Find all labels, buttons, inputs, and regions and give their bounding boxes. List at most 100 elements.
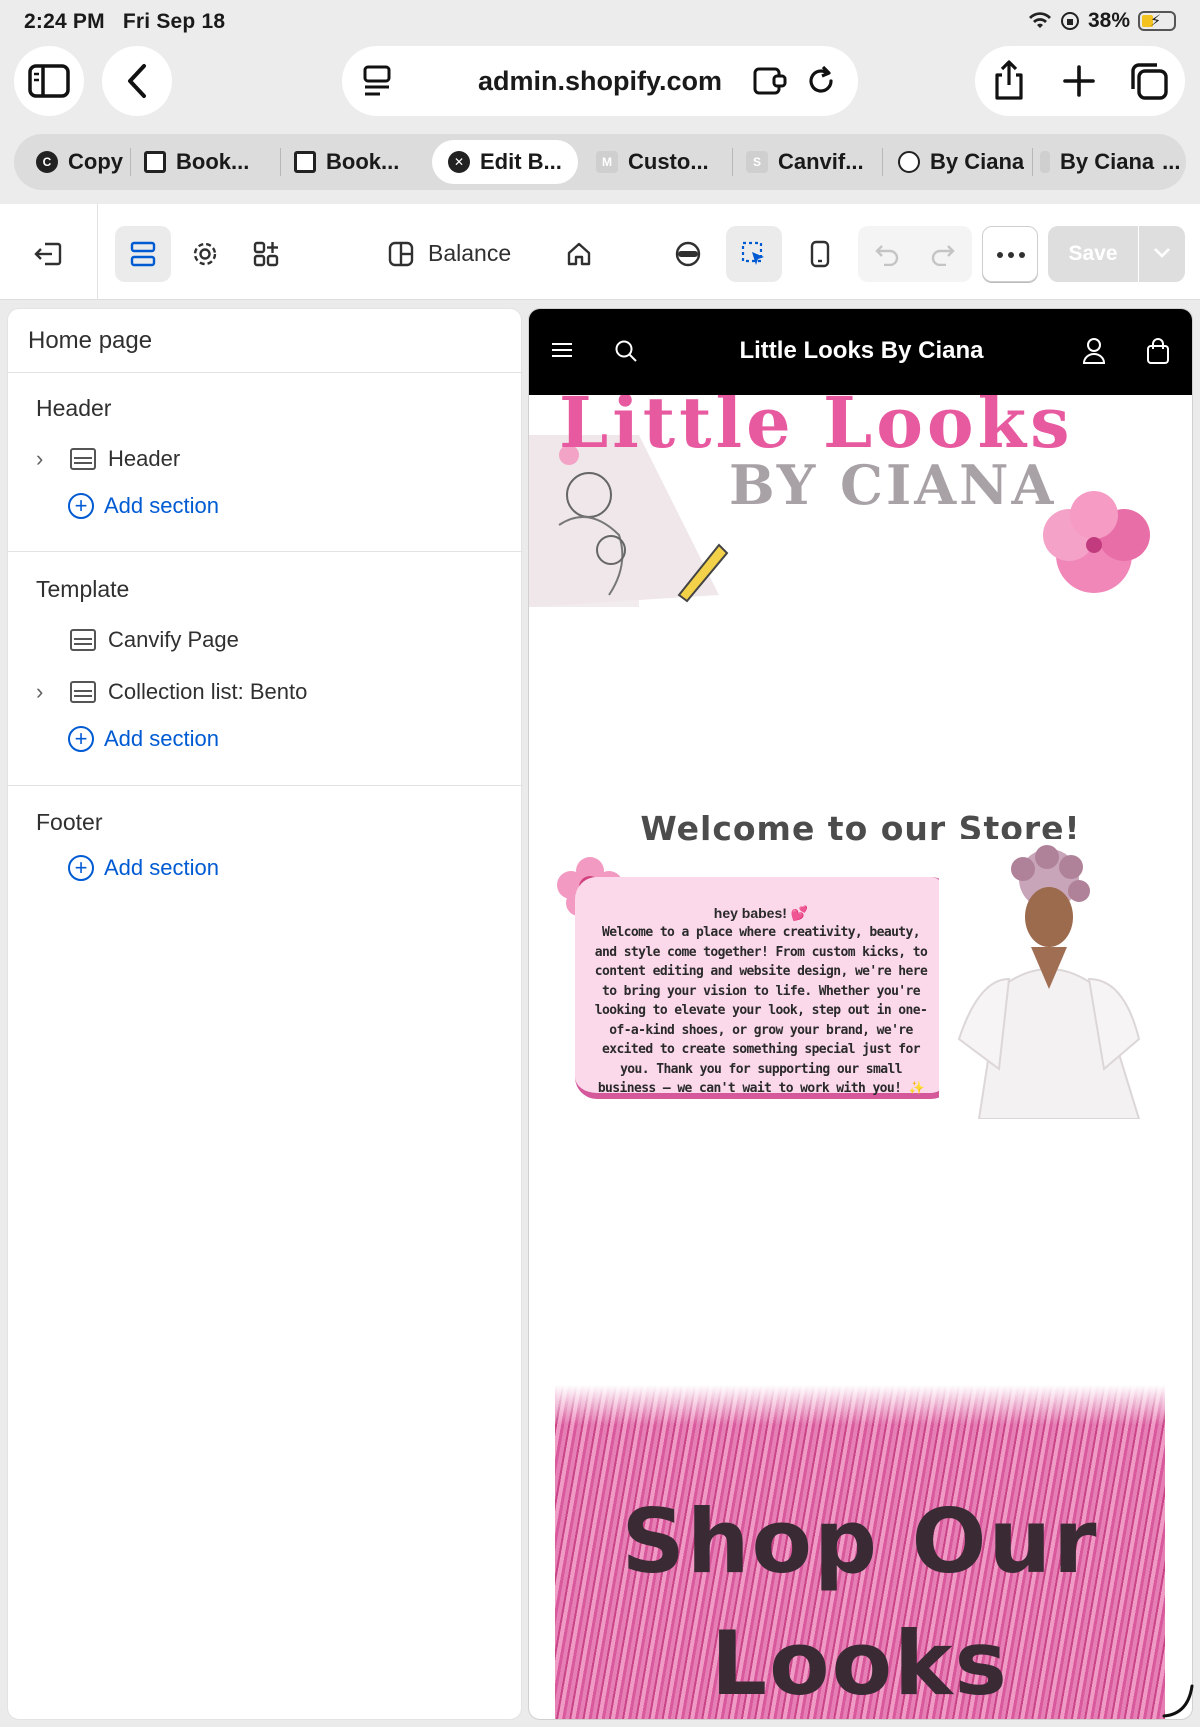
apps-icon xyxy=(253,241,279,267)
status-bar: 2:24 PM Fri Sep 18 38% ⚡ xyxy=(0,0,1200,44)
status-right: 38% ⚡ xyxy=(1028,9,1176,33)
square-icon xyxy=(144,151,166,173)
section-label: Header xyxy=(108,446,181,471)
sections-button[interactable] xyxy=(115,226,171,282)
theme-name: Balance xyxy=(428,240,512,266)
tab-by-ciana-2[interactable]: By Ciana... xyxy=(1040,140,1181,184)
welcome-greeting: hey babes! 💕 xyxy=(713,905,809,921)
circle-c-icon: C xyxy=(36,151,58,173)
inspector-button[interactable] xyxy=(726,226,782,282)
page-title: Home page xyxy=(28,327,153,354)
header-section-icon xyxy=(70,448,96,470)
section-label: Canvify Page xyxy=(108,627,239,652)
browser-actions xyxy=(975,46,1185,116)
screen: 2:24 PM Fri Sep 18 38% ⚡ admin.shopify.c… xyxy=(0,0,1200,1727)
welcome-body: Welcome to a place where creativity, bea… xyxy=(594,925,928,1096)
tab-bar: C Copy Book... Book... ✕ Edit B... M Custo.… xyxy=(14,134,1186,190)
add-section-header-button[interactable]: + Add section xyxy=(68,493,219,519)
plus-circle-icon: + xyxy=(68,726,94,752)
battery-percent: 38% xyxy=(1087,9,1130,32)
tab-book-2[interactable]: Book... xyxy=(294,140,399,184)
theme-settings-button[interactable] xyxy=(177,226,233,282)
select-cursor-icon xyxy=(741,241,764,265)
section-header[interactable]: › Header xyxy=(36,441,180,477)
ellipsis-icon xyxy=(997,252,1025,258)
s-icon: S xyxy=(746,151,768,173)
extension-icon[interactable] xyxy=(752,66,788,96)
add-section-footer-button[interactable]: + Add section xyxy=(68,855,219,881)
exit-button[interactable] xyxy=(20,226,76,282)
cart-icon[interactable] xyxy=(1146,337,1170,365)
home-page-button[interactable] xyxy=(551,226,607,282)
sidebar-icon xyxy=(28,64,70,98)
more-actions-button[interactable] xyxy=(982,226,1038,282)
tab-copy[interactable]: C Copy xyxy=(36,140,123,184)
home-icon xyxy=(567,242,591,266)
globe-icon xyxy=(898,151,920,173)
tab-canvify[interactable]: S Canvif... xyxy=(746,140,864,184)
mobile-icon xyxy=(810,240,830,268)
customer-mask-icon xyxy=(675,241,701,267)
shop-our-looks-banner[interactable]: Shop Our Looks xyxy=(555,1385,1165,1719)
sections-icon xyxy=(130,241,156,267)
orientation-lock-icon xyxy=(1060,12,1079,30)
section-icon xyxy=(70,681,96,703)
address-bar[interactable]: admin.shopify.com xyxy=(342,46,858,116)
m-icon: M xyxy=(596,151,618,173)
plus-circle-icon: + xyxy=(68,493,94,519)
undo-redo-group xyxy=(858,226,972,282)
logo-subtitle: BY CIANA xyxy=(729,453,1057,517)
group-footer-title: Footer xyxy=(36,809,103,835)
tab-book-1[interactable]: Book... xyxy=(144,140,249,184)
resize-corner-icon xyxy=(1162,1684,1194,1718)
account-icon[interactable] xyxy=(1082,337,1106,365)
chevron-left-icon xyxy=(128,64,146,98)
chevron-down-icon xyxy=(1154,248,1170,258)
tab-by-ciana-1[interactable]: By Ciana xyxy=(898,140,1024,184)
close-circle-icon[interactable]: ✕ xyxy=(448,151,470,173)
storefront-preview[interactable]: Little Looks By Ciana Little Looks BY CI… xyxy=(528,308,1193,1720)
sections-panel: Home page Header › Header + Add section … xyxy=(7,308,523,1720)
group-template-title: Template xyxy=(36,576,130,602)
wifi-icon xyxy=(1028,12,1051,28)
section-icon xyxy=(70,629,96,651)
section-label: Collection list: Bento xyxy=(108,679,308,704)
layout-icon xyxy=(388,241,414,266)
section-collection-list-bento[interactable]: › Collection list: Bento xyxy=(36,674,307,710)
reload-icon[interactable] xyxy=(806,64,836,96)
exit-icon xyxy=(34,242,62,266)
store-header: Little Looks By Ciana xyxy=(529,309,1192,395)
chevron-right-icon[interactable]: › xyxy=(36,679,62,705)
apps-button[interactable] xyxy=(238,226,294,282)
section-canvify-page[interactable]: Canvify Page xyxy=(36,622,239,658)
tab-overview-icon[interactable] xyxy=(1129,61,1169,101)
gear-icon xyxy=(193,242,217,266)
hero-banner: Little Looks BY CIANA xyxy=(529,395,1192,607)
square-icon xyxy=(294,151,316,173)
save-options-button[interactable] xyxy=(1139,226,1185,282)
welcome-card: hey babes! 💕 Welcome to a place where cr… xyxy=(575,877,953,1099)
add-section-template-button[interactable]: + Add section xyxy=(68,726,219,752)
device-preview-button[interactable] xyxy=(792,226,848,282)
model-photo-image xyxy=(939,839,1159,1119)
shop-heading: Shop Our Looks xyxy=(621,1490,1099,1715)
new-tab-icon[interactable] xyxy=(1063,65,1095,97)
theme-selector[interactable]: Balance xyxy=(388,240,511,267)
status-time: 2:24 PM Fri Sep 18 xyxy=(24,10,226,33)
redo-icon[interactable] xyxy=(930,242,956,266)
customer-view-button[interactable] xyxy=(660,226,716,282)
browser-toolbar: admin.shopify.com C Copy Book... Book... … xyxy=(0,44,1200,204)
save-button[interactable]: Save xyxy=(1048,226,1138,282)
tab-edit-active[interactable]: ✕ Edit B... xyxy=(432,140,578,184)
plus-circle-icon: + xyxy=(68,855,94,881)
undo-icon[interactable] xyxy=(874,242,900,266)
share-icon[interactable] xyxy=(991,59,1027,101)
chevron-right-icon[interactable]: › xyxy=(36,446,62,472)
m-icon xyxy=(1040,151,1050,173)
tab-custo[interactable]: M Custo... xyxy=(596,140,709,184)
editor-toolbar: Balance Save xyxy=(0,204,1200,300)
battery-icon: ⚡ xyxy=(1138,11,1176,31)
sidebar-toggle-button[interactable] xyxy=(14,46,84,116)
back-button[interactable] xyxy=(102,46,172,116)
group-header-title: Header xyxy=(36,395,112,421)
